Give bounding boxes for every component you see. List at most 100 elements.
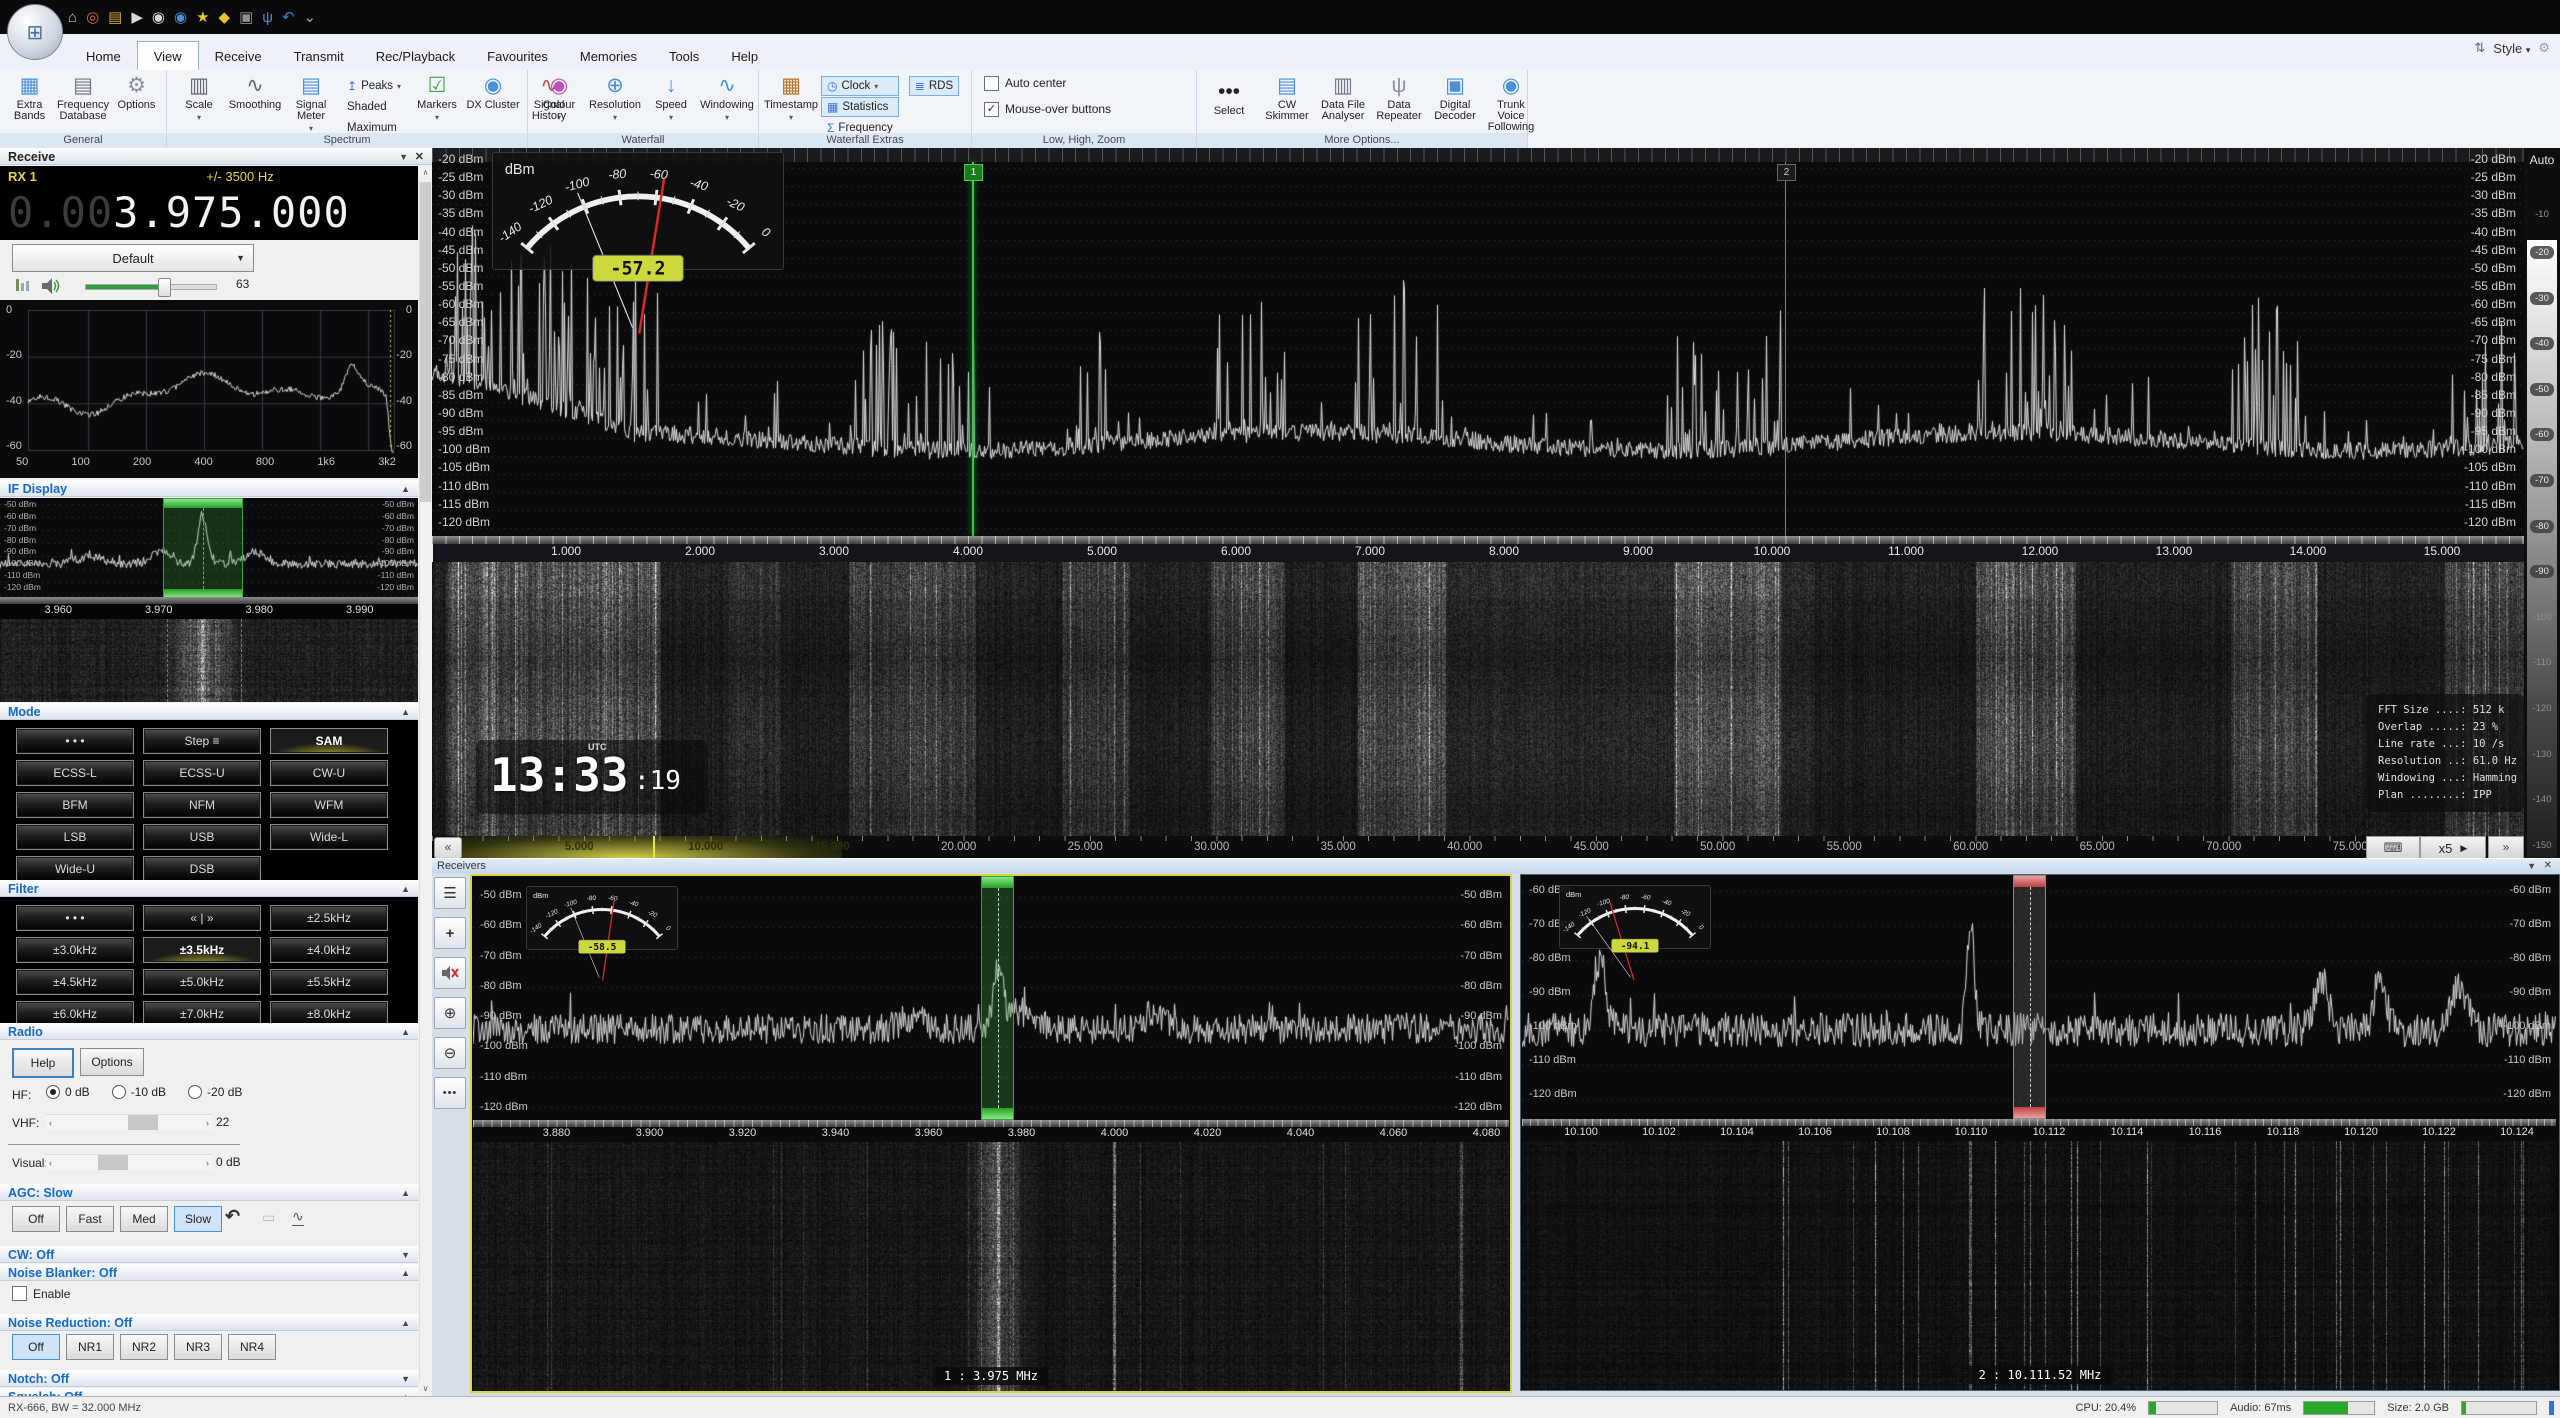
waterfall-range-strip[interactable]: Auto -10 -20-30-40-50-60-70-80-90-100-11… [2524, 148, 2560, 858]
options-button[interactable]: ⚙Options [111, 73, 162, 111]
volume-thumb[interactable] [158, 278, 171, 297]
rx2-ruler-ticks[interactable] [1522, 1119, 2556, 1126]
audio-spectrum-canvas[interactable] [0, 300, 418, 478]
agc-button[interactable]: Fast [66, 1206, 114, 1232]
markers-button[interactable]: ☑Markers▾ [409, 73, 465, 123]
tab-receive[interactable]: Receive [199, 42, 278, 70]
visual-slider-thumb[interactable] [98, 1155, 128, 1170]
close-icon[interactable]: ✕ [415, 150, 424, 163]
scroll-up-arrow[interactable]: ∧ [419, 166, 432, 180]
home-icon[interactable]: ⌂ [68, 10, 77, 25]
radio-header[interactable]: Radio▲ [0, 1023, 418, 1040]
statistics-button[interactable]: ▦Statistics [821, 97, 899, 117]
pin-icon[interactable]: ▼ [2527, 861, 2536, 871]
notch-header[interactable]: Notch: Off▼ [0, 1370, 418, 1387]
rx1-tuning-region[interactable] [981, 876, 1014, 1120]
marker-2-badge[interactable]: 2 [1777, 164, 1796, 181]
pin-icon[interactable]: ▼ [399, 152, 408, 162]
gear-icon[interactable]: ⚙ [2538, 40, 2550, 56]
noise-reduction-header[interactable]: Noise Reduction: Off▲ [0, 1314, 418, 1331]
rx1-tuning-bottom-cap[interactable] [982, 1108, 1013, 1119]
scroll-left-button[interactable]: « [434, 837, 462, 859]
zoom-out-button[interactable]: ⊖ [434, 1037, 466, 1069]
marker-2-line[interactable] [1785, 162, 1786, 536]
mode-button[interactable]: ECSS-L [16, 760, 134, 786]
vhf-slider[interactable]: ‹ › [46, 1114, 212, 1130]
more-icon[interactable]: ⌄ [304, 10, 317, 25]
noise-reduction-button[interactable]: Off [12, 1334, 60, 1360]
mode-button[interactable]: Wide-L [270, 824, 388, 850]
noise-blanker-enable[interactable]: Enable [12, 1286, 70, 1301]
filter-button[interactable]: ±3.5kHz [143, 937, 261, 963]
shaded-button[interactable]: Shaded [341, 97, 407, 117]
scrollbar-thumb[interactable] [420, 182, 431, 502]
slider-left-arrow-icon[interactable]: ‹ [49, 1118, 52, 1128]
lock-icon[interactable]: ◆ [219, 10, 231, 25]
mode-button[interactable]: LSB [16, 824, 134, 850]
speed-button[interactable]: ↓Speed▾ [644, 73, 698, 123]
mode-button[interactable]: WFM [270, 792, 388, 818]
scale-button[interactable]: ▥Scale▾ [171, 73, 227, 134]
agc-button[interactable]: Off [12, 1206, 60, 1232]
tab-memories[interactable]: Memories [564, 42, 653, 70]
slider-left-arrow-icon[interactable]: ‹ [49, 1158, 52, 1168]
hf-minus10-radio[interactable]: -10 dB [112, 1085, 166, 1099]
mute-button[interactable] [434, 957, 466, 989]
speaker-icon[interactable] [40, 277, 60, 295]
mouse-over-buttons-checkbox[interactable]: ✓Mouse-over buttons [984, 99, 1111, 119]
if-display-header[interactable]: IF Display▲ [0, 480, 418, 497]
agc-graph-icon[interactable]: ∿ [292, 1208, 304, 1226]
colour-button[interactable]: ◉Colour▾ [532, 73, 586, 123]
mode-button[interactable]: DSB [143, 856, 261, 882]
star-icon[interactable]: ★ [196, 10, 209, 25]
smoothing-button[interactable]: ∿Smoothing [227, 73, 283, 134]
data-repeater-button[interactable]: ψData Repeater [1371, 73, 1427, 133]
select-button[interactable]: •••Select [1201, 79, 1257, 117]
slider-right-arrow-icon[interactable]: › [206, 1118, 209, 1128]
extra-bands-button[interactable]: ▦Extra Bands [4, 73, 55, 122]
filter-button[interactable]: ±3.0kHz [16, 937, 134, 963]
receiver-more-button[interactable]: ••• [434, 1077, 466, 1109]
slider-right-arrow-icon[interactable]: › [206, 1158, 209, 1168]
add-receiver-button[interactable]: + [434, 917, 466, 949]
agc-button[interactable]: Slow [174, 1206, 222, 1232]
mode-button[interactable]: BFM [16, 792, 134, 818]
rx1-ruler-ticks[interactable] [473, 1120, 1509, 1127]
noise-reduction-button[interactable]: NR3 [174, 1334, 222, 1360]
waterfall-scale-bar[interactable]: 5.00010.00015.00020.00025.00030.00035.00… [432, 836, 2524, 858]
if-tuning-region[interactable] [163, 498, 243, 599]
receiver-1-panel[interactable]: -50 dBm-60 dBm-70 dBm-80 dBm-90 dBm-100 … [470, 874, 1512, 1393]
agc-header[interactable]: AGC: Slow▲ [0, 1184, 418, 1201]
keyboard-entry-button[interactable]: ⌨ [2366, 836, 2420, 860]
cw-header[interactable]: CW: Off▼ [0, 1246, 418, 1263]
zoom-level-button[interactable]: x5▶ [2420, 836, 2486, 860]
noise-reduction-button[interactable]: NR1 [66, 1334, 114, 1360]
marker-1-line[interactable] [972, 162, 974, 536]
filter-button[interactable]: ±2.5kHz [270, 905, 388, 931]
tab-tools[interactable]: Tools [653, 42, 715, 70]
help-button[interactable]: Help [12, 1048, 74, 1078]
globe-icon[interactable]: ◉ [174, 10, 187, 25]
rx1-waterfall-canvas[interactable] [473, 1142, 1509, 1391]
m0ode-step-button[interactable]: Step ≡ [143, 728, 261, 754]
tab-rec-playback[interactable]: Rec/Playback [360, 42, 471, 70]
data-file-analyser-button[interactable]: ▥Data File Analyser [1315, 73, 1371, 133]
filter-button[interactable]: ±5.0kHz [143, 969, 261, 995]
volume-slider[interactable] [85, 284, 217, 290]
agc-preset-icon[interactable]: ▭ [262, 1209, 275, 1226]
zoom-in-button[interactable]: ⊕ [434, 997, 466, 1029]
auto-center-checkbox[interactable]: Auto center [984, 73, 1066, 93]
rx2-tuning-bottom-cap[interactable] [2014, 1107, 2045, 1118]
noise-reduction-button[interactable]: NR2 [120, 1334, 168, 1360]
audio-spectrum-graph[interactable]: 0-20-40-60 0-20-40-60 501002004008001k63… [0, 300, 418, 478]
scroll-down-arrow[interactable]: ∨ [419, 1382, 432, 1396]
clock-button[interactable]: ◷Clock▾ [821, 76, 899, 96]
windowing-button[interactable]: ∿Windowing▾ [700, 73, 754, 123]
beacon-icon[interactable]: ψ [262, 10, 273, 25]
cw-skimmer-button[interactable]: ▤CW Skimmer [1259, 73, 1315, 133]
receivers-panel-header[interactable]: Receivers ▼ ✕ [432, 858, 2560, 874]
mode-header[interactable]: Mode▲ [0, 703, 418, 720]
marker-1-badge[interactable]: 1 [964, 164, 983, 181]
tab-transmit[interactable]: Transmit [278, 42, 360, 70]
digital-decoder-button[interactable]: ▣Digital Decoder [1427, 73, 1483, 133]
